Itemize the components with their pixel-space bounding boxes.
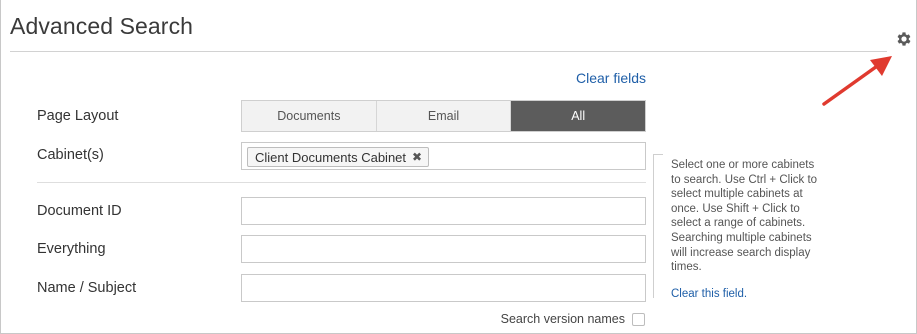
annotation-arrow-icon bbox=[822, 56, 892, 106]
page-layout-documents[interactable]: Documents bbox=[242, 101, 377, 131]
cabinet-help-text: Select one or more cabinets to search. U… bbox=[671, 158, 841, 275]
name-subject-input[interactable] bbox=[241, 274, 646, 302]
clear-fields-link[interactable]: Clear fields bbox=[560, 70, 646, 86]
everything-input[interactable] bbox=[241, 235, 646, 263]
section-divider bbox=[37, 182, 646, 183]
page-layout-email[interactable]: Email bbox=[377, 101, 512, 131]
page-layout-label: Page Layout bbox=[37, 108, 119, 124]
page-title: Advanced Search bbox=[10, 13, 194, 39]
search-version-names-label: Search version names bbox=[500, 312, 625, 326]
help-line: select multiple cabinets at bbox=[671, 188, 803, 201]
cabinet-chip-label: Client Documents Cabinet bbox=[255, 149, 407, 165]
document-id-label: Document ID bbox=[37, 203, 122, 219]
help-bracket bbox=[653, 154, 663, 298]
help-line: Searching multiple cabinets bbox=[671, 231, 812, 244]
cabinets-label: Cabinet(s) bbox=[37, 147, 104, 163]
name-subject-label: Name / Subject bbox=[37, 280, 137, 296]
help-line: select a range of cabinets. bbox=[671, 217, 806, 230]
help-line: once. Use Shift + Click to bbox=[671, 202, 800, 215]
help-line: will increase search display bbox=[671, 246, 811, 259]
search-version-names-checkbox[interactable] bbox=[632, 313, 645, 326]
clear-this-field-link[interactable]: Clear this field. bbox=[671, 288, 747, 300]
page-layout-toggle: Documents Email All bbox=[241, 100, 646, 132]
cabinet-chip: Client Documents Cabinet ✖ bbox=[247, 147, 430, 167]
help-line: times. bbox=[671, 261, 702, 274]
remove-chip-icon[interactable]: ✖ bbox=[412, 150, 422, 164]
help-line: Select one or more cabinets bbox=[671, 159, 815, 171]
page-layout-all[interactable]: All bbox=[511, 101, 646, 131]
help-line: to search. Use Ctrl + Click to bbox=[671, 173, 818, 186]
title-divider bbox=[10, 51, 887, 52]
cabinets-input[interactable]: Client Documents Cabinet ✖ bbox=[241, 142, 646, 170]
everything-label: Everything bbox=[37, 241, 106, 257]
gear-icon[interactable] bbox=[895, 30, 913, 48]
document-id-input[interactable] bbox=[241, 197, 646, 225]
